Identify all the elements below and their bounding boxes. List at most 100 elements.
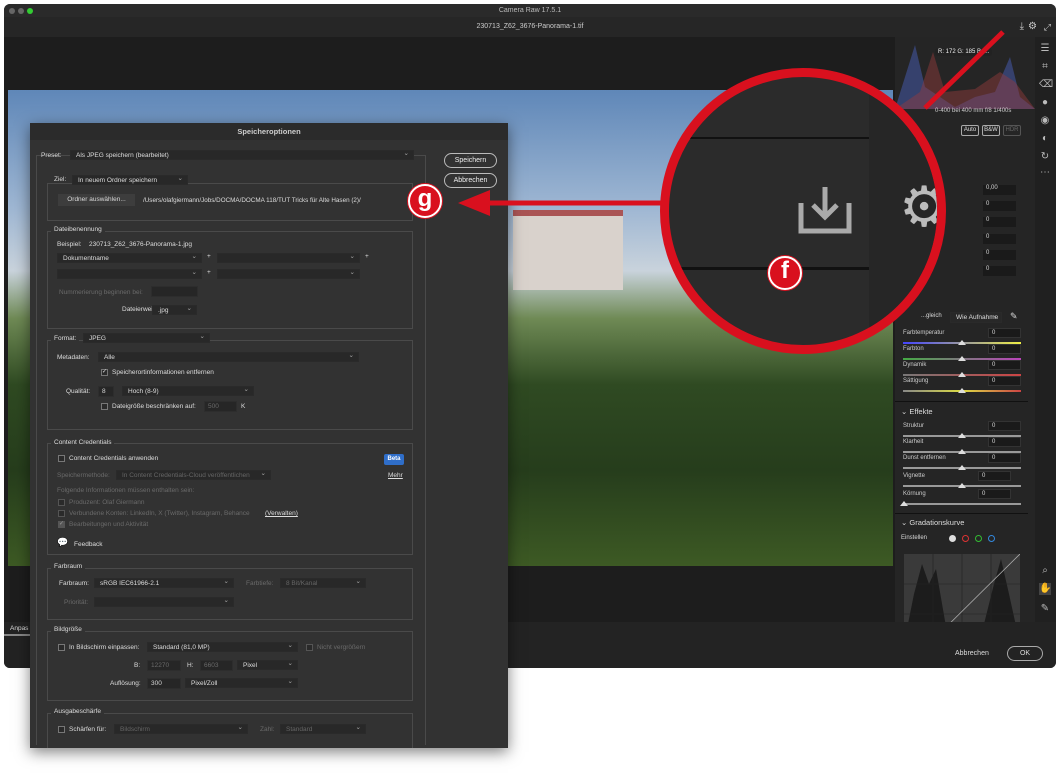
file-naming-title: Dateibenennung <box>51 226 105 233</box>
whites-value[interactable]: 0 <box>983 250 1016 260</box>
manage-link[interactable]: (Verwalten) <box>265 510 298 517</box>
sharpen-checkbox[interactable] <box>58 726 65 733</box>
amount-select[interactable]: Standard <box>280 723 366 734</box>
highlights-value[interactable]: 0 <box>983 217 1016 227</box>
feedback-icon[interactable]: 💬 <box>57 537 68 548</box>
resolution-unit-select[interactable]: Pixel/Zoll <box>185 677 298 688</box>
resolution-input[interactable]: 300 <box>147 678 181 689</box>
curve-rgb-channel[interactable] <box>949 535 956 542</box>
shadows-value[interactable]: 0 <box>983 234 1016 244</box>
hdr-button[interactable]: HDR <box>1003 125 1021 136</box>
cancel-button[interactable]: Abbrechen <box>955 650 989 657</box>
curve-green-channel[interactable] <box>975 535 982 542</box>
hand-tool-icon[interactable]: ✋ <box>1039 583 1051 595</box>
limit-size-input[interactable]: 500 <box>204 401 237 412</box>
effects-header[interactable]: ⌄ Effekte <box>901 407 933 416</box>
sharpen-label: Schärfen für: <box>69 726 107 733</box>
sharpen-for-select[interactable]: Bildschirm <box>114 723 248 734</box>
white-balance-select[interactable]: Wie Aufnahme <box>950 311 1002 323</box>
name-part-1-select[interactable]: Dokumentname <box>57 252 202 263</box>
more-link[interactable]: Mehr <box>388 472 403 479</box>
limit-size-label: Dateigröße beschränken auf: <box>112 403 196 410</box>
fit-screen-checkbox[interactable] <box>58 644 65 651</box>
presets-icon[interactable]: ◐ <box>1039 133 1051 145</box>
save-image-icon[interactable]: ⤓ <box>1020 17 1024 37</box>
fullscreen-icon[interactable]: ⤢ <box>1044 17 1051 37</box>
curve-adjust-label: Einstellen <box>901 535 928 541</box>
tone-curve-header[interactable]: ⌄ Gradationskurve <box>901 518 964 527</box>
format-label: Format: <box>51 335 80 342</box>
red-eye-icon[interactable]: ◉ <box>1039 115 1051 127</box>
cancel-dialog-button[interactable]: Abbrechen <box>444 173 497 188</box>
priority-label: Priorität: <box>64 599 89 606</box>
priority-select[interactable] <box>94 596 234 607</box>
auto-button[interactable]: Auto <box>961 125 979 136</box>
choose-folder-button[interactable]: Ordner auswählen... <box>58 194 135 206</box>
mask-icon[interactable]: ● <box>1039 97 1051 109</box>
edit-sliders-icon[interactable]: ☰ <box>1039 43 1051 55</box>
cc-edits-checkbox[interactable]: ✓ <box>58 521 65 528</box>
limit-unit: K <box>241 403 246 410</box>
width-input[interactable]: 12270 <box>147 660 181 671</box>
size-unit-select[interactable]: Pixel <box>237 659 298 670</box>
slider-grain[interactable]: Körnung 0 <box>900 489 1021 513</box>
blacks-value[interactable]: 0 <box>983 266 1016 276</box>
eyedropper-icon[interactable]: ✎ <box>1010 311 1018 322</box>
plus-sign: + <box>207 269 211 276</box>
preset-select[interactable]: Als JPEG speichern (bearbeitet) <box>70 149 414 160</box>
curve-red-channel[interactable] <box>962 535 969 542</box>
height-input[interactable]: 6603 <box>200 660 233 671</box>
more-icon[interactable]: ⋯ <box>1039 167 1051 179</box>
bw-button[interactable]: B&W <box>982 125 1000 136</box>
feedback-link[interactable]: Feedback <box>74 541 103 548</box>
numbering-label: Nummerierung beginnen bei: <box>59 289 143 296</box>
magnifier-callout: ⚙ <box>660 68 946 354</box>
annotation-badge-g: g <box>408 184 442 218</box>
cc-title: Content Credentials <box>51 439 115 446</box>
file-bar: 230713_Z62_3676-Panorama-1.tif ⤓ ⚙ ⤢ <box>4 17 1056 37</box>
no-enlarge-checkbox[interactable] <box>306 644 313 651</box>
ok-button[interactable]: OK <box>1007 646 1043 661</box>
quality-input[interactable]: 8 <box>98 386 114 397</box>
name-part-4-select[interactable] <box>217 268 360 279</box>
cc-method-select[interactable]: In Content Credentials-Cloud veröffentli… <box>116 469 271 480</box>
metadata-select[interactable]: Alle <box>98 351 359 362</box>
rgb-readout: R: 172 G: 185 B: ... <box>935 48 993 56</box>
folder-path: /Users/olafgiermann/Jobs/DOCMA/DOCMA 118… <box>143 197 361 204</box>
fit-screen-select[interactable]: Standard (81,0 MP) <box>147 641 298 652</box>
remove-location-label: Speicherortinformationen entfernen <box>112 369 214 376</box>
cc-apply-checkbox[interactable] <box>58 455 65 462</box>
numbering-input[interactable] <box>151 286 198 297</box>
crop-icon[interactable]: ⌗ <box>1039 61 1051 73</box>
color-space-select[interactable]: sRGB IEC61966-2.1 <box>94 577 234 588</box>
bit-depth-select[interactable]: 8 Bit/Kanal <box>280 577 366 588</box>
cc-accounts-checkbox[interactable] <box>58 510 65 517</box>
close-window-button[interactable] <box>9 7 15 14</box>
zoom-tool-icon[interactable]: ⌕ <box>1039 565 1051 577</box>
gear-icon[interactable]: ⚙ <box>1028 17 1037 37</box>
extension-select[interactable]: .jpg <box>152 304 197 315</box>
quality-select[interactable]: Hoch (8-9) <box>122 385 254 396</box>
contrast-value[interactable]: 0 <box>983 201 1016 211</box>
exposure-value[interactable]: 0,00 <box>983 185 1016 195</box>
save-button[interactable]: Speichern <box>444 153 497 168</box>
remove-location-checkbox[interactable]: ✓ <box>101 369 108 376</box>
slider-saturation[interactable]: Sättigung 0 <box>903 376 1021 400</box>
cc-producer-checkbox[interactable] <box>58 499 65 506</box>
minimize-window-button[interactable] <box>18 7 24 14</box>
zoom-window-button[interactable] <box>27 7 33 14</box>
beta-badge: Beta <box>384 454 404 465</box>
name-part-3-select[interactable] <box>57 268 202 279</box>
tab-adjust[interactable]: Anpas <box>10 625 28 632</box>
color-sampler-icon[interactable]: ✎ <box>1039 603 1051 615</box>
eraser-icon[interactable]: ⌫ <box>1039 79 1053 91</box>
no-enlarge-label: Nicht vergrößern <box>317 644 366 651</box>
limit-size-checkbox[interactable] <box>101 403 108 410</box>
snapshots-icon[interactable]: ↻ <box>1039 151 1051 163</box>
cc-edits-label: Bearbeitungen und Aktivität <box>69 521 149 528</box>
format-select[interactable]: JPEG <box>83 332 210 343</box>
name-part-2-select[interactable] <box>217 252 360 263</box>
curve-blue-channel[interactable] <box>988 535 995 542</box>
destination-select[interactable]: In neuem Ordner speichern <box>72 174 188 185</box>
bit-depth-label: Farbtiefe: <box>246 580 274 587</box>
